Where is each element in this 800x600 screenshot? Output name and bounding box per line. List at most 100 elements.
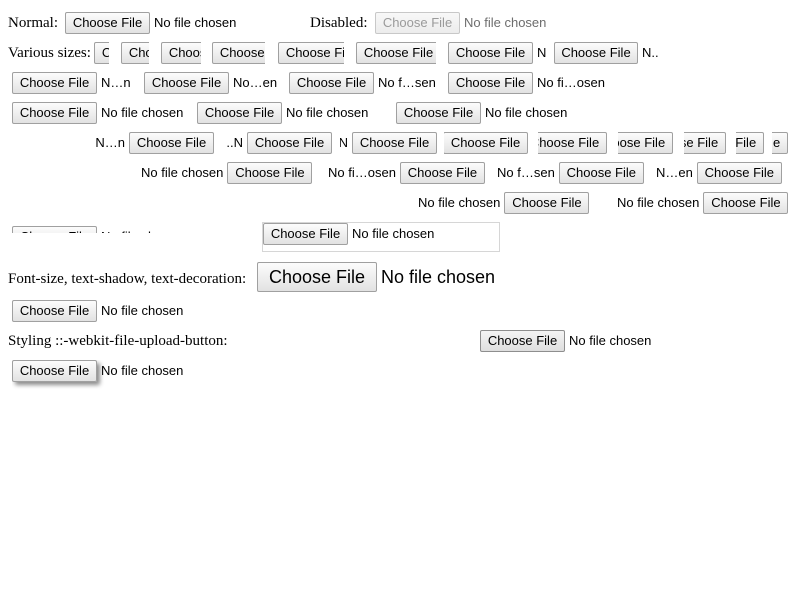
choose-file-button[interactable]: Choose File [480, 330, 565, 352]
file-status: No file chosen [97, 226, 187, 233]
file-input-text-decoration[interactable]: Choose File No file chosen [12, 300, 187, 322]
choose-file-button[interactable]: Choose File [129, 132, 214, 154]
file-input-size-8[interactable]: Choose File N.. [554, 42, 663, 64]
label-normal: Normal: [8, 15, 58, 31]
choose-file-button[interactable]: Choose File [448, 72, 533, 94]
file-input-size-1[interactable]: Choose File [94, 42, 109, 64]
choose-file-button[interactable]: Choose File [263, 223, 348, 245]
choose-file-button[interactable]: Choose File [12, 226, 97, 233]
file-input-row5-5[interactable]: Choose File [538, 132, 607, 154]
choose-file-button[interactable]: Choose File [94, 42, 109, 64]
file-status: No f…sen [497, 165, 555, 180]
choose-file-button[interactable]: Choose File [212, 42, 265, 64]
file-status: No file chosen [464, 15, 547, 30]
file-status: No fi…osen [537, 75, 605, 90]
file-input-clipped[interactable]: Choose File No file chosen [12, 226, 187, 233]
file-status: No…en [233, 75, 278, 90]
label-styling: Styling ::-webkit-file-upload-button: [8, 333, 228, 349]
file-status: No file chosen [617, 195, 700, 210]
choose-file-button[interactable]: Choose File [12, 300, 97, 322]
choose-file-button[interactable]: Choose File [399, 162, 485, 184]
file-status: No file chosen [141, 165, 224, 180]
file-input-row7-2[interactable]: No file chosen Choose File [613, 192, 789, 214]
choose-file-button[interactable]: Choose File [12, 72, 97, 94]
choose-file-button[interactable]: Choose File [538, 132, 607, 154]
choose-file-button[interactable]: Choose File [247, 132, 332, 154]
file-input-size-4[interactable]: Choose File [212, 42, 265, 64]
file-input-row5-6[interactable]: Choose File [618, 132, 673, 154]
choose-file-button[interactable]: Choose File [278, 42, 344, 64]
file-input-row5-4[interactable]: Choose File [444, 132, 528, 154]
file-input-row5-2[interactable]: ..N Choose File [222, 132, 332, 154]
choose-file-button[interactable]: Choose File [257, 262, 377, 292]
file-input-large-font[interactable]: Choose File No file chosen [257, 262, 499, 292]
file-input-styled[interactable]: Choose File No file chosen [480, 330, 655, 352]
choose-file-button[interactable]: Choose File [12, 102, 97, 124]
file-input-row6-1[interactable]: No file chosen Choose File [137, 162, 313, 184]
file-input-row4-1[interactable]: Choose File No file chosen [12, 102, 187, 124]
file-input-size-5[interactable]: Choose File [278, 42, 344, 64]
file-input-row4-3[interactable]: Choose File No file chosen [396, 102, 571, 124]
choose-file-button[interactable]: Choose File [504, 192, 590, 214]
file-input-row5-7[interactable]: Choose File [684, 132, 726, 154]
choose-file-button-disabled: Choose File [375, 12, 460, 34]
choose-file-button[interactable]: Choose File [696, 162, 782, 184]
file-input-row6-2[interactable]: No fi…osen Choose File [324, 162, 485, 184]
file-input-row7-1[interactable]: No file chosen Choose File [414, 192, 590, 214]
label-various-sizes: Various sizes: [8, 45, 91, 61]
file-status: No file chosen [154, 15, 237, 30]
file-input-bordered-box: Choose File No file chosen [262, 222, 500, 252]
file-input-size-7[interactable]: Choose File N [448, 42, 546, 64]
choose-file-button[interactable]: Choose File [448, 42, 533, 64]
choose-file-button[interactable]: Choose File [352, 132, 437, 154]
file-input-normal[interactable]: Choose File No file chosen [65, 12, 240, 34]
file-status: No file chosen [101, 303, 184, 318]
file-status: No file chosen [569, 333, 652, 348]
choose-file-button[interactable]: Choose File [197, 102, 282, 124]
file-status: N…n [95, 135, 125, 150]
file-input-row5-1[interactable]: N…n Choose File [92, 132, 214, 154]
file-status: ..N [226, 135, 243, 150]
choose-file-button[interactable]: Choose File [227, 162, 313, 184]
choose-file-button[interactable]: Choose File [161, 42, 201, 64]
file-input-row5-3[interactable]: N Choose File [340, 132, 437, 154]
file-input-row4-2[interactable]: Choose File No file chosen [197, 102, 372, 124]
choose-file-button[interactable]: Choose File [356, 42, 436, 64]
choose-file-button[interactable]: Choose File [12, 360, 97, 382]
file-input-row3-1[interactable]: Choose File N…n [12, 72, 135, 94]
file-input-row3-3[interactable]: Choose File No f…sen [289, 72, 440, 94]
label-disabled: Disabled: [310, 15, 368, 31]
file-status: No file chosen [101, 363, 184, 378]
choose-file-button[interactable]: Choose File [396, 102, 481, 124]
file-status: No file chosen [101, 105, 184, 120]
choose-file-button[interactable]: Choose File [144, 72, 229, 94]
choose-file-button[interactable]: Choose File [558, 162, 644, 184]
file-input-size-6[interactable]: Choose File [356, 42, 436, 64]
file-input-row5-9[interactable]: Choose File [772, 132, 788, 154]
file-input-row3-4[interactable]: Choose File No fi…osen [448, 72, 609, 94]
file-input-row6-4[interactable]: N…en Choose File [652, 162, 782, 184]
file-input-row5-8[interactable]: Choose File [736, 132, 764, 154]
file-status: N [340, 135, 348, 150]
choose-file-button[interactable]: Choose File [289, 72, 374, 94]
file-input-bordered[interactable]: Choose File No file chosen [263, 223, 438, 245]
file-input-size-2[interactable]: Choose File [121, 42, 149, 64]
file-input-row3-2[interactable]: Choose File No…en [144, 72, 281, 94]
choose-file-button[interactable]: Choose File [444, 132, 528, 154]
file-input-clipped-container: Choose File No file chosen [12, 226, 192, 233]
choose-file-button[interactable]: Choose File [618, 132, 673, 154]
choose-file-button[interactable]: Choose File [684, 132, 726, 154]
label-font-size: Font-size, text-shadow, text-decoration: [8, 271, 247, 287]
choose-file-button[interactable]: Choose File [736, 132, 764, 154]
choose-file-button[interactable]: Choose File [772, 132, 788, 154]
choose-file-button[interactable]: Choose File [121, 42, 149, 64]
choose-file-button[interactable]: Choose File [65, 12, 150, 34]
file-status: N…n [101, 75, 131, 90]
choose-file-button[interactable]: Choose File [554, 42, 638, 64]
file-input-row6-3[interactable]: No f…sen Choose File [493, 162, 644, 184]
choose-file-button[interactable]: Choose File [703, 192, 789, 214]
file-status: No f…sen [378, 75, 436, 90]
file-input-shadow[interactable]: Choose File No file chosen [12, 360, 187, 390]
file-status: No file chosen [381, 267, 496, 287]
file-input-size-3[interactable]: Choose File [161, 42, 201, 64]
